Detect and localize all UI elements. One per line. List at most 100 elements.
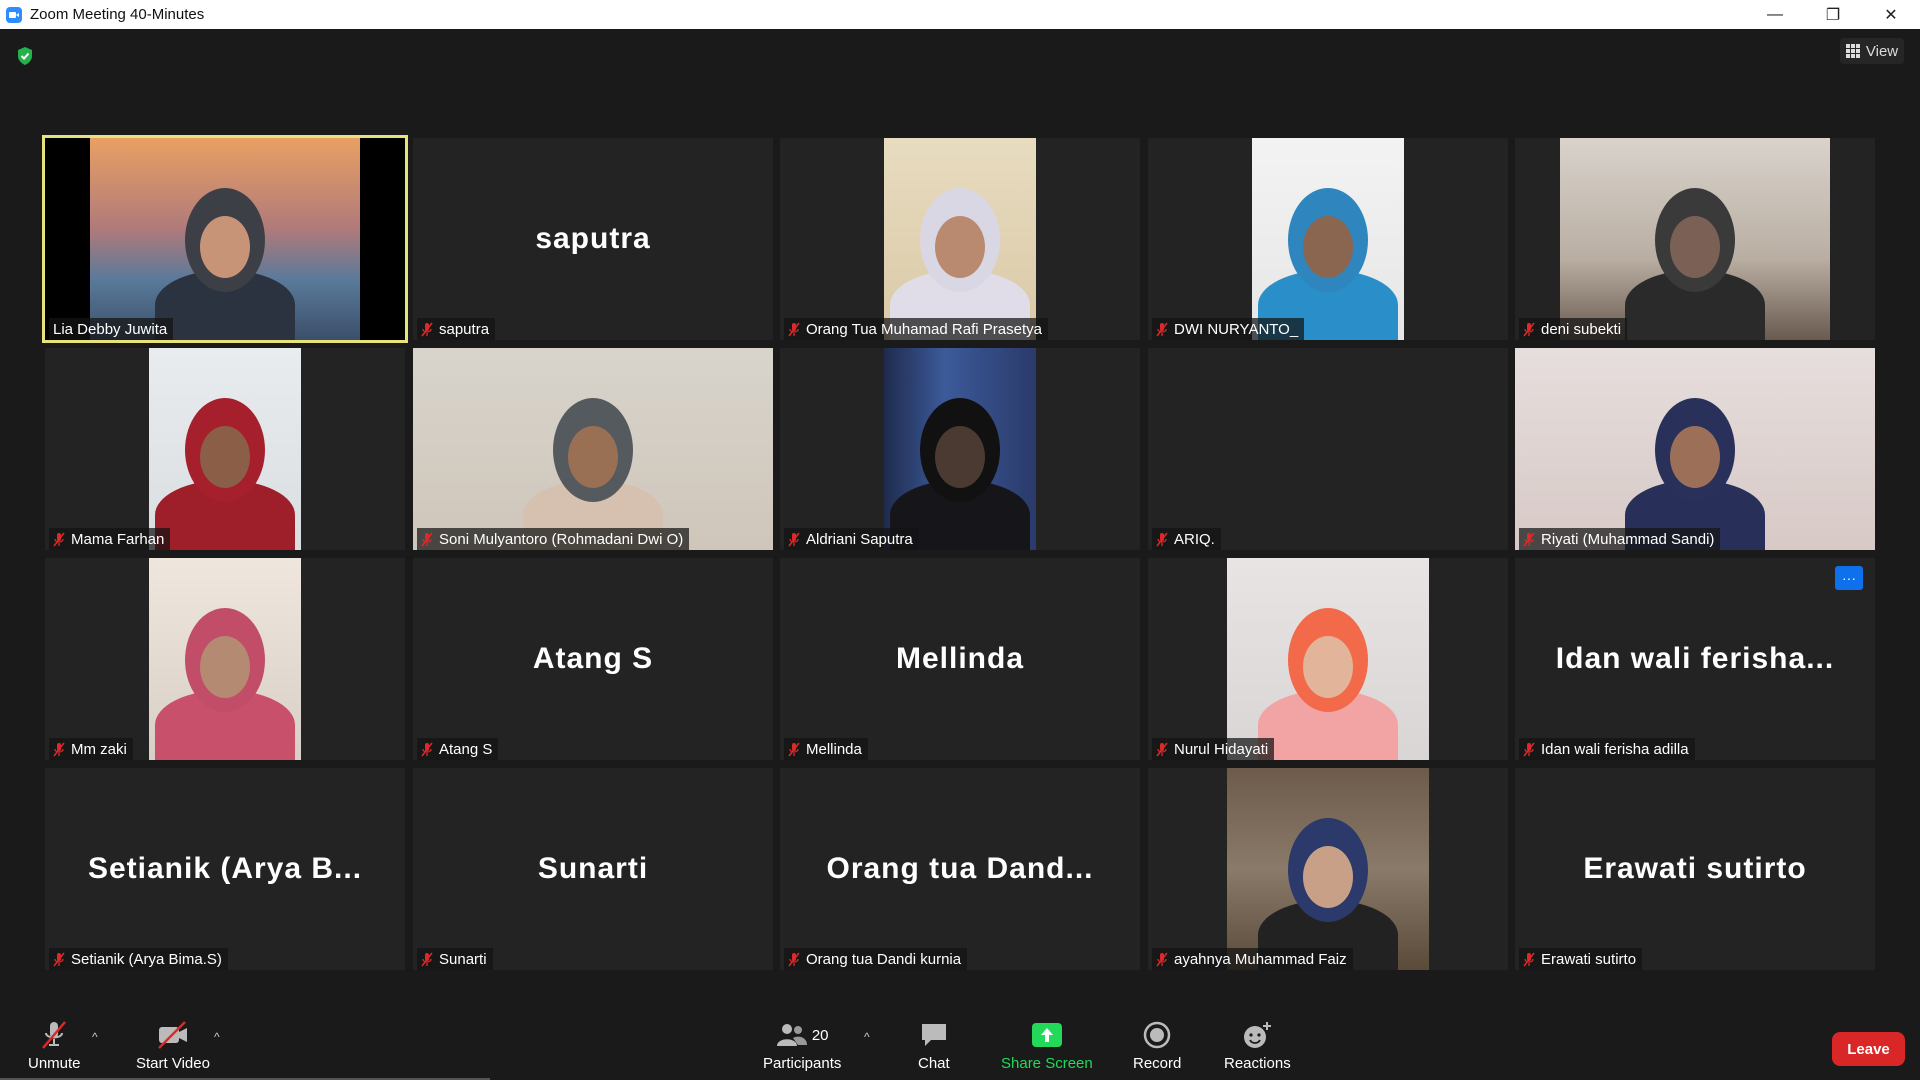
person-figure [518,380,668,550]
participant-tile[interactable]: DWI NURYANTO_ [1148,138,1508,340]
person-figure [885,170,1035,340]
participant-display-name: saputra [535,222,651,255]
participants-label: Participants [763,1055,842,1072]
participant-name-label: ayahnya Muhammad Faiz [1152,948,1353,970]
participant-tile[interactable]: Mellinda Mellinda [780,558,1140,760]
unmute-button[interactable]: Unmute [28,1018,81,1072]
chat-button[interactable]: Chat [918,1018,950,1072]
participant-name-label: deni subekti [1519,318,1628,340]
muted-mic-icon [53,952,65,966]
muted-mic-icon [1156,532,1168,546]
reactions-button[interactable]: Reactions [1224,1018,1291,1072]
view-button[interactable]: View [1840,38,1904,64]
participant-video [1252,138,1404,340]
participant-display-name: Orang tua Dand... [826,852,1094,885]
participant-name-label: Aldriani Saputra [784,528,919,550]
participant-tile[interactable]: Aldriani Saputra [780,348,1140,550]
participant-tile[interactable]: saputra saputra [413,138,773,340]
video-options-caret[interactable]: ^ [214,1030,220,1044]
muted-mic-icon [1156,952,1168,966]
participant-tile[interactable]: Setianik (Arya B... Setianik (Arya Bima.S… [45,768,405,970]
participant-tile[interactable]: Lia Debby Juwita [42,135,408,343]
participant-name: Nurul Hidayati [1174,740,1269,758]
muted-mic-icon [421,322,433,336]
start-video-label: Start Video [136,1055,210,1072]
restore-button[interactable]: ❐ [1804,0,1862,29]
muted-mic-icon [788,322,800,336]
participants-icon [776,1024,807,1046]
audio-options-caret[interactable]: ^ [92,1030,98,1044]
participant-tile[interactable]: Nurul Hidayati [1148,558,1508,760]
participant-name-label: Atang S [417,738,499,760]
muted-mic-icon [53,742,65,756]
participant-name-label: Erawati sutirto [1519,948,1643,970]
zoom-window: Zoom Meeting 40-Minutes — ❐ ✕ View Lia D… [0,0,1920,1080]
participant-name-label: Lia Debby Juwita [49,318,174,340]
participant-name-label: Sunarti [417,948,493,970]
encryption-shield-icon[interactable] [16,46,34,66]
muted-mic-icon [788,742,800,756]
chat-icon [921,1024,946,1046]
participant-tile[interactable]: Riyati (Muhammad Sandi) [1515,348,1875,550]
participant-display-name: Erawati sutirto [1583,852,1807,885]
start-video-button[interactable]: Start Video [136,1018,210,1072]
more-options-button[interactable]: ··· [1835,566,1863,590]
participant-tile[interactable]: Orang Tua Muhamad Rafi Prasetya [780,138,1140,340]
record-button[interactable]: Record [1133,1018,1181,1072]
participant-video [884,138,1036,340]
participant-name: saputra [439,320,490,338]
person-figure [1253,800,1403,970]
participant-tile[interactable]: Mm zaki [45,558,405,760]
participant-tile[interactable]: Idan wali ferisha... ··· Idan wali ferisha… [1515,558,1875,760]
participant-name-label: Riyati (Muhammad Sandi) [1519,528,1721,550]
microphone-muted-icon [42,1021,67,1049]
participant-tile[interactable]: Mama Farhan [45,348,405,550]
participant-name-label: Soni Mulyantoro (Rohmadani Dwi O) [417,528,690,550]
participant-tile[interactable]: Erawati sutirto Erawati sutirto [1515,768,1875,970]
participant-name-label: DWI NURYANTO_ [1152,318,1305,340]
share-screen-label: Share Screen [1001,1055,1093,1072]
participant-tile[interactable]: ayahnya Muhammad Faiz [1148,768,1508,970]
participants-options-caret[interactable]: ^ [864,1030,870,1044]
person-figure [150,380,300,550]
participant-display-name: Mellinda [895,642,1024,675]
muted-mic-icon [1523,742,1535,756]
participant-name-label: ARIQ. [1152,528,1221,550]
reactions-label: Reactions [1224,1055,1291,1072]
participant-tile[interactable]: ARIQ. [1148,348,1508,550]
participant-name: Aldriani Saputra [806,530,913,548]
participant-tile[interactable]: Orang tua Dand... Orang tua Dandi kurnia [780,768,1140,970]
participant-name-label: Mellinda [784,738,868,760]
person-figure [1253,590,1403,760]
record-label: Record [1133,1055,1182,1072]
participant-video [1227,768,1429,970]
minimize-button[interactable]: — [1746,0,1804,29]
participant-tile[interactable]: deni subekti [1515,138,1875,340]
participant-tile[interactable]: Sunarti Sunarti [413,768,773,970]
participant-video [1227,558,1429,760]
participants-count: 20 [811,1026,829,1044]
view-label: View [1865,42,1899,60]
participant-video [149,348,301,550]
participant-video [884,348,1036,550]
participant-name: Atang S [439,740,493,758]
participants-button[interactable]: 20 Participants [763,1018,841,1072]
leave-button[interactable]: Leave [1832,1032,1905,1066]
person-figure [1253,170,1403,340]
muted-mic-icon [421,952,433,966]
close-button[interactable]: ✕ [1862,0,1920,29]
participant-tile[interactable]: Soni Mulyantoro (Rohmadani Dwi O) [413,348,773,550]
person-figure [885,380,1035,550]
participant-name: ARIQ. [1174,530,1215,548]
video-off-icon [158,1021,187,1049]
person-figure [1620,170,1770,340]
chat-label: Chat [918,1055,950,1072]
participant-display-name: Sunarti [537,852,649,885]
grid-icon [1845,44,1860,58]
share-screen-button[interactable]: Share Screen [1001,1018,1093,1072]
window-title: Zoom Meeting 40-Minutes [30,6,205,23]
participant-name-label: Idan wali ferisha adilla [1519,738,1695,760]
participant-tile[interactable]: Atang S Atang S [413,558,773,760]
participant-video [90,138,360,340]
participant-display-name: Setianik (Arya B... [87,852,363,885]
